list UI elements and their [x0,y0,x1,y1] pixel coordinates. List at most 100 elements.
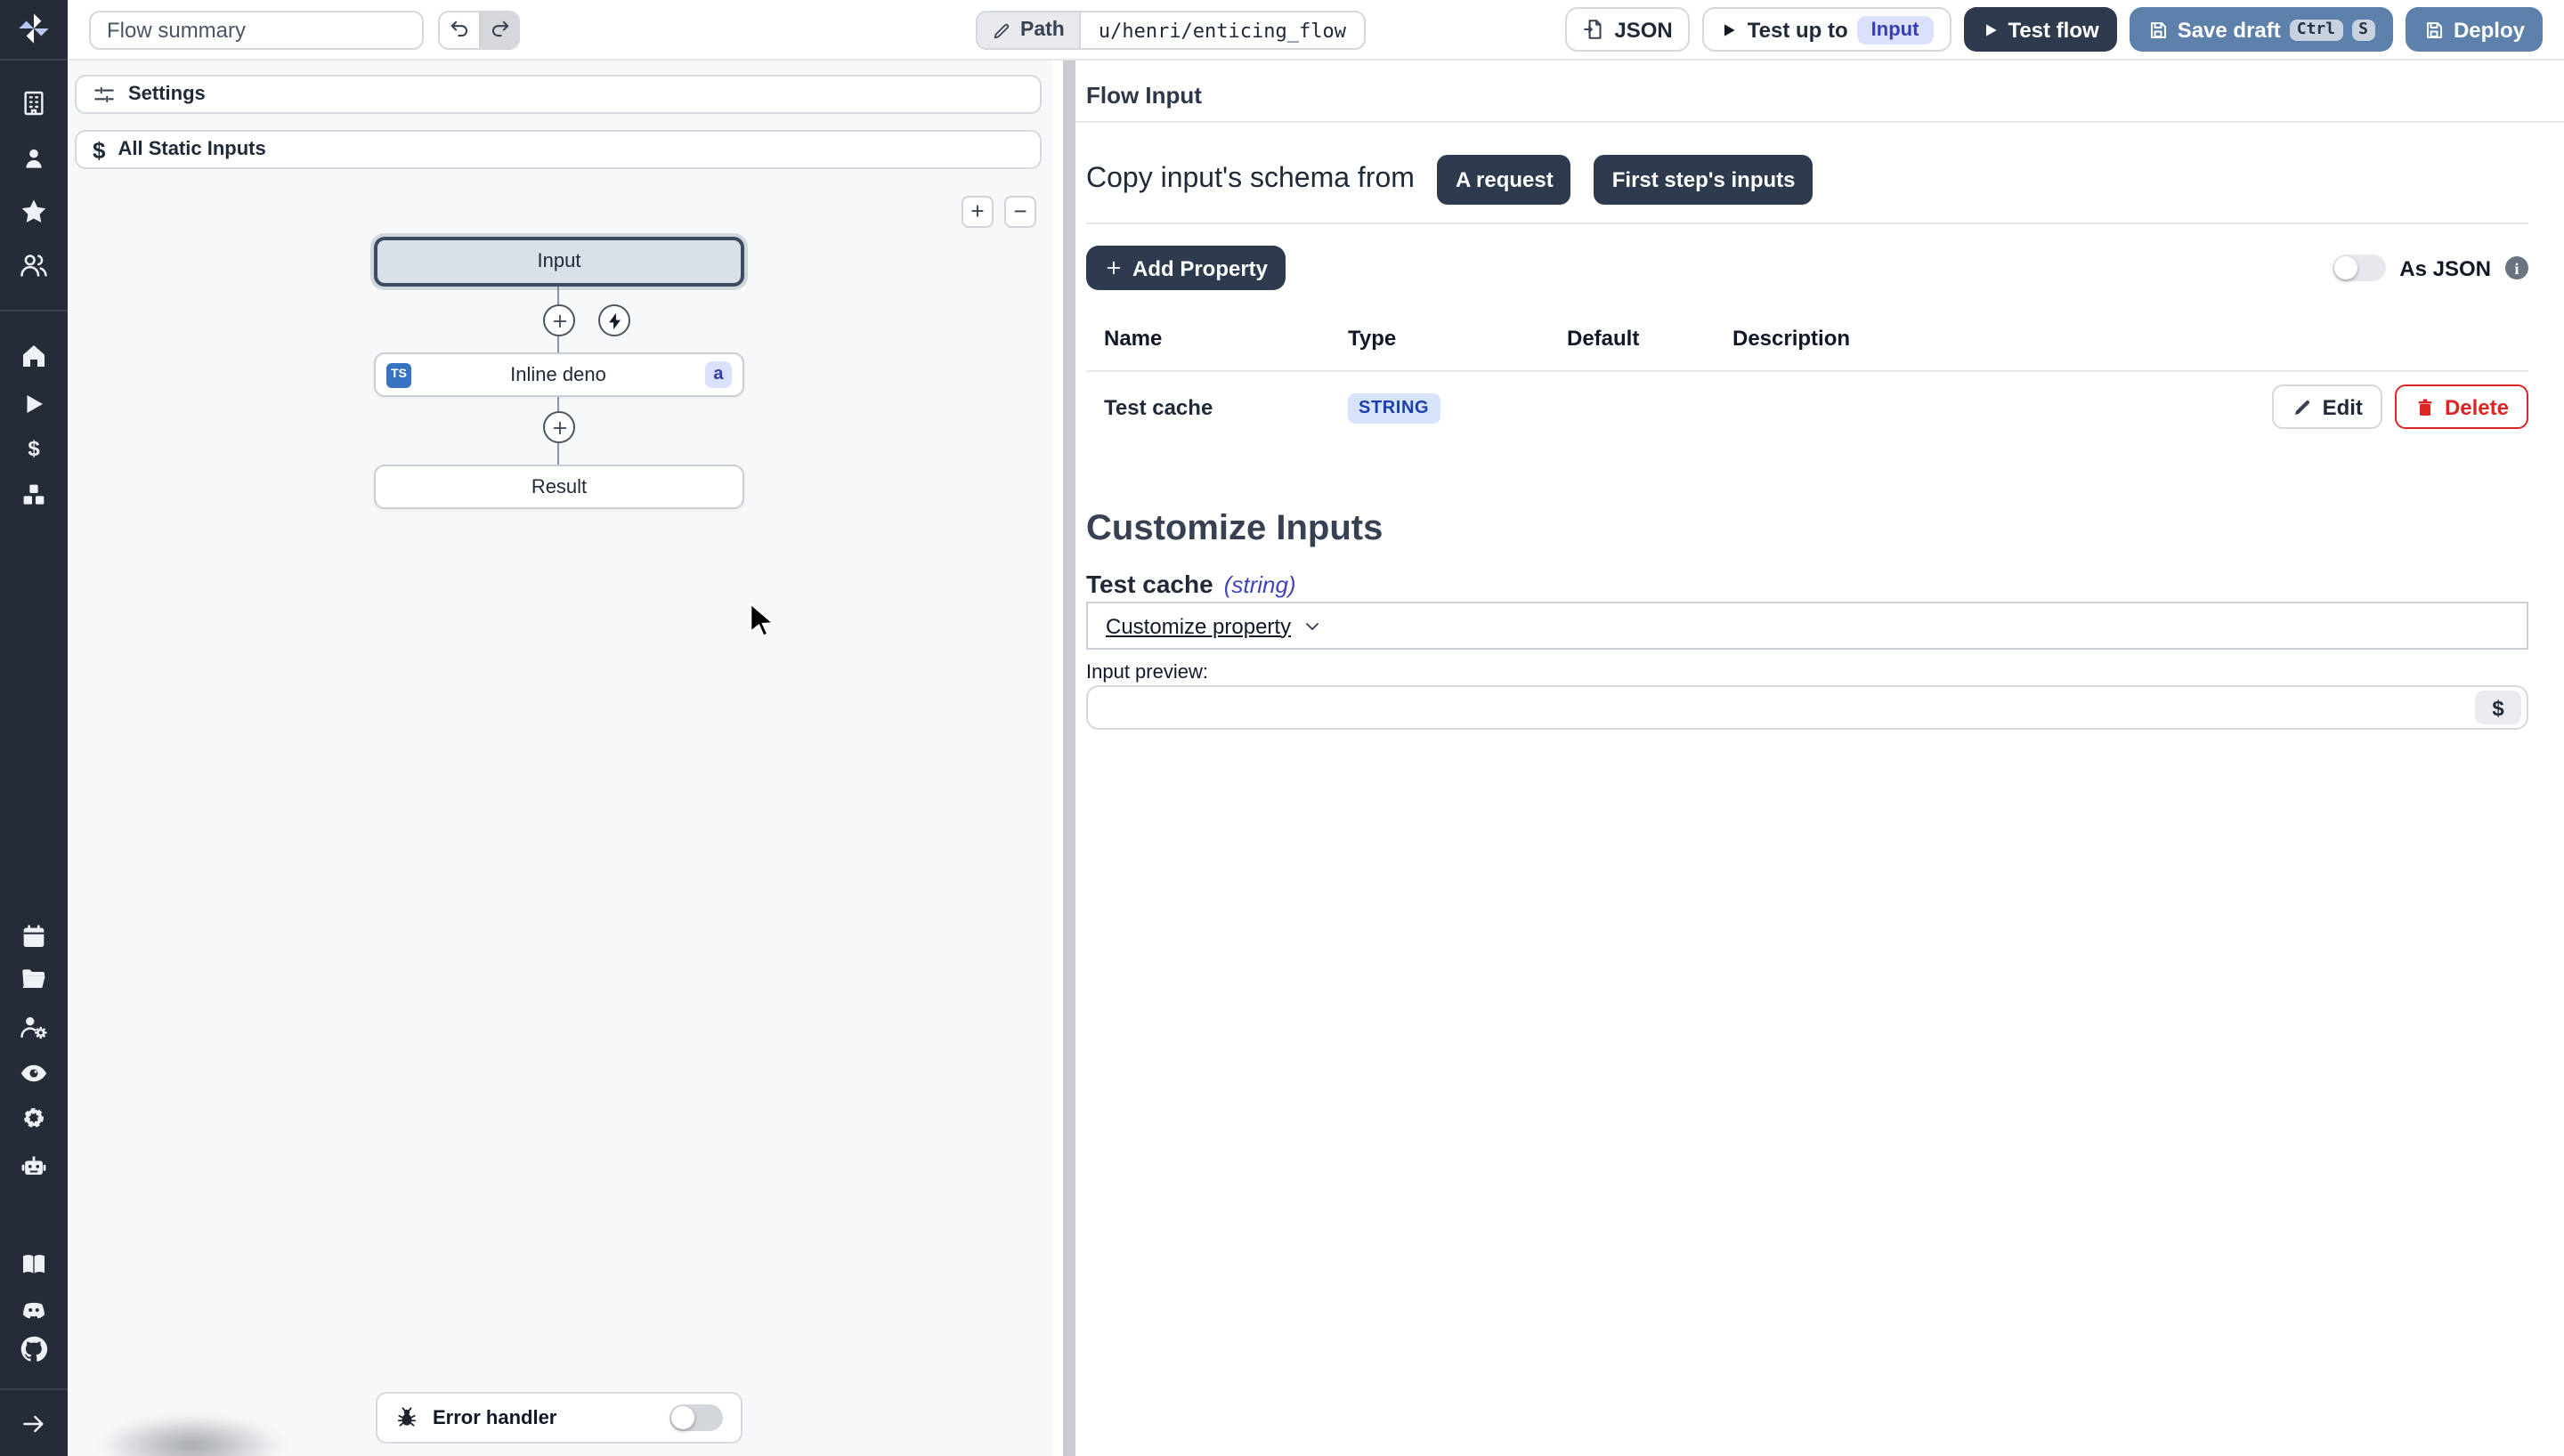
field-name: Test cache [1086,570,1213,598]
table-header-row: Name Type Default Description [1086,326,2528,370]
path-editor[interactable]: Path u/henri/enticing_flow [976,11,1366,50]
all-static-inputs-row[interactable]: $ All Static Inputs [75,130,1042,169]
save-icon [2147,19,2169,40]
zoom-in-button[interactable]: + [961,196,994,228]
sliders-icon [93,83,116,106]
redo-button[interactable] [479,12,518,47]
plus-icon [1104,258,1124,278]
workspace-building-icon[interactable] [20,89,48,117]
row-actions: Edit Delete [2273,384,2528,429]
panel-scrollbar[interactable] [1052,61,1075,1456]
dollar-icon: $ [93,136,105,163]
play-icon [1721,20,1739,38]
flow-summary-input[interactable] [89,10,424,49]
home-icon[interactable] [20,342,48,370]
path-badge: Path [976,11,1081,50]
settings-label: Settings [128,84,206,105]
col-description: Description [1732,326,2528,351]
deploy-button[interactable]: Deploy [2406,7,2543,52]
add-step-button[interactable] [543,411,575,443]
input-preview-field-wrap: $ [1086,685,2528,730]
json-button[interactable]: JSON [1564,7,1690,52]
table-row: Test cache STRING Edit Delete [1086,372,2528,441]
favorites-star-icon[interactable] [19,197,49,227]
divider [0,59,68,61]
add-property-button[interactable]: Add Property [1086,246,1286,290]
field-heading: Test cache (string) [1086,570,1296,598]
groups-users-icon[interactable] [19,250,49,280]
properties-table: Name Type Default Description Test cache… [1086,326,2528,441]
error-handler-toggle[interactable] [669,1404,723,1431]
as-json-control: As JSON i [2332,255,2528,281]
undo-button[interactable] [440,12,479,47]
audit-eye-icon[interactable] [19,1058,49,1088]
info-icon[interactable]: i [2505,256,2528,279]
settings-gear-icon[interactable] [19,1103,49,1133]
field-type: (string) [1224,571,1296,598]
workers-users-gear-icon[interactable] [19,1012,49,1042]
discord-icon[interactable] [19,1295,49,1325]
node-result[interactable]: Result [374,465,744,509]
property-type: STRING [1348,390,1567,424]
folders-icon[interactable] [20,965,48,993]
copy-schema-label: Copy input's schema from [1086,164,1415,196]
input-preview-label: Input preview: [1086,662,1208,684]
divider [1065,121,2564,123]
col-default: Default [1567,326,1732,351]
copy-from-request-button[interactable]: A request [1438,155,1571,205]
trigger-bolt-button[interactable] [598,304,630,336]
node-input[interactable]: Input [374,237,744,287]
play-icon [1981,20,1999,38]
error-handler-label: Error handler [433,1407,655,1428]
divider [0,1388,68,1390]
test-up-to-button[interactable]: Test up to Input [1703,7,1951,52]
user-icon[interactable] [20,144,48,173]
node-step-inline-deno[interactable]: TS Inline deno a [374,352,744,397]
zoom-out-button[interactable]: − [1004,196,1036,228]
path-value[interactable]: u/henri/enticing_flow [1081,11,1366,50]
col-type: Type [1348,326,1567,351]
divider [1086,222,2528,224]
col-name: Name [1104,326,1348,351]
pencil-icon [992,20,1011,40]
runs-play-icon[interactable] [20,391,47,417]
ai-robot-icon[interactable] [19,1151,49,1181]
as-json-label: As JSON [2399,255,2491,280]
github-icon[interactable] [19,1334,49,1364]
input-preview-field[interactable] [1093,695,2475,720]
as-json-toggle[interactable] [2332,255,2385,281]
type-badge: STRING [1348,393,1440,424]
flow-editor-app: $ [0,0,2564,1456]
expand-arrow-icon[interactable] [20,1410,48,1438]
delete-button[interactable]: Delete [2395,384,2528,429]
flow-settings-row[interactable]: Settings [75,75,1042,114]
topbar-actions: JSON Test up to Input Test flow Save dra… [1564,7,2543,52]
error-handler-row[interactable]: Error handler [376,1392,742,1444]
docs-book-icon[interactable] [20,1250,48,1278]
flow-input-panel: Flow Input Copy input's schema from A re… [1065,61,2564,1456]
copy-from-first-step-button[interactable]: First step's inputs [1594,155,1813,205]
schedules-calendar-icon[interactable] [20,922,48,950]
windmill-logo[interactable] [16,11,52,46]
undo-redo-group [438,10,520,49]
plus-icon [549,417,569,437]
divider [0,310,68,311]
chevron-down-icon [1302,615,1323,636]
resources-cubes-icon[interactable] [20,481,48,509]
test-flow-button[interactable]: Test flow [1963,7,2116,52]
save-draft-button[interactable]: Save draft Ctrl S [2130,7,2393,52]
variables-dollar-icon[interactable]: $ [20,434,48,463]
step-id-badge: a [705,361,732,388]
flow-canvas[interactable]: Settings $ All Static Inputs + − Input T… [68,61,1052,1456]
add-step-button[interactable] [543,304,575,336]
edit-button[interactable]: Edit [2273,384,2382,429]
customize-property-box[interactable]: Customize property [1086,602,2528,650]
plus-icon [549,311,569,330]
customize-inputs-title: Customize Inputs [1086,509,1383,550]
test-up-to-target-badge[interactable]: Input [1857,15,1934,44]
customize-property-link[interactable]: Customize property [1106,613,1291,638]
typescript-badge: TS [386,362,411,387]
pencil-icon [2292,396,2314,417]
bug-icon [395,1406,418,1429]
dollar-button[interactable]: $ [2475,691,2521,724]
